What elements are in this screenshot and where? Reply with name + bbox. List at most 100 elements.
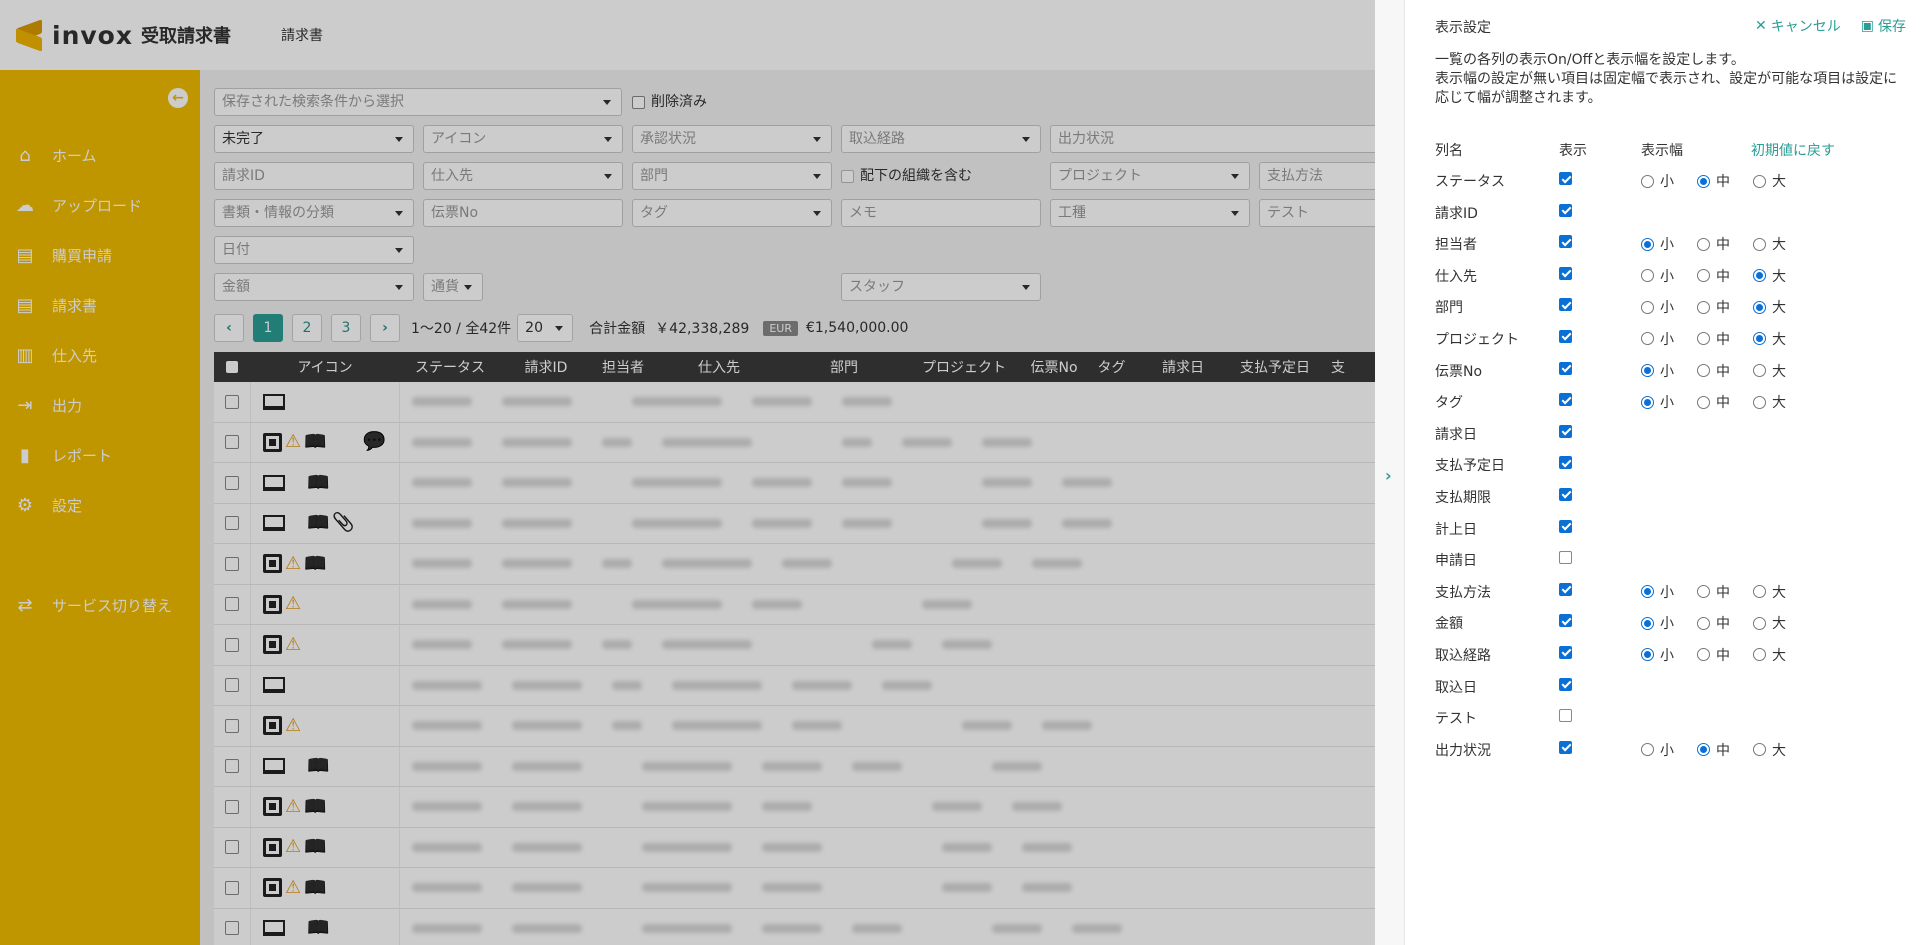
width-radio-medium[interactable]: 中 <box>1697 645 1730 665</box>
column-settings-list: ステータス小中大請求ID 担当者小中大仕入先小中大部門小中大プロジェクト小中大伝票… <box>1435 169 1905 769</box>
column-name: 仕入先 <box>1435 268 1477 285</box>
save-icon: ▣ <box>1860 18 1874 34</box>
col-show-header: 表示 <box>1559 143 1587 159</box>
column-name: 申請日 <box>1435 553 1477 570</box>
width-radio-large[interactable]: 大 <box>1753 392 1786 412</box>
width-radio-medium[interactable]: 中 <box>1697 234 1730 254</box>
column-setting-row: 仕入先 小 中 大 <box>1435 264 1905 296</box>
column-setting-row: 取込日 <box>1435 675 1905 707</box>
column-setting-row: 出力状況 小 中 大 <box>1435 738 1905 770</box>
show-column-checkbox[interactable] <box>1559 582 1572 596</box>
cancel-button[interactable]: ✕ キャンセル <box>1755 16 1841 36</box>
show-column-checkbox[interactable] <box>1559 519 1572 533</box>
column-setting-row: 担当者 小 中 大 <box>1435 232 1905 264</box>
width-radio-small[interactable]: 小 <box>1641 740 1674 760</box>
column-setting-row: 支払予定日 <box>1435 453 1905 485</box>
show-column-checkbox[interactable] <box>1559 361 1572 375</box>
column-name: 支払方法 <box>1435 584 1491 601</box>
show-column-checkbox[interactable] <box>1559 740 1572 754</box>
width-radio-small[interactable]: 小 <box>1641 392 1674 412</box>
column-setting-row: 請求ID <box>1435 201 1905 233</box>
column-setting-row: 申請日 <box>1435 548 1905 580</box>
width-radio-medium[interactable]: 中 <box>1697 582 1730 602</box>
panel-actions: ✕ キャンセル ▣ 保存 <box>1735 16 1906 36</box>
width-radio-large[interactable]: 大 <box>1753 613 1786 633</box>
show-column-checkbox[interactable] <box>1559 235 1572 249</box>
col-width-header: 表示幅 <box>1641 143 1683 159</box>
width-radio-medium[interactable]: 中 <box>1697 266 1730 286</box>
panel-description: 一覧の各列の表示On/Offと表示幅を設定します。 表示幅の設定が無い項目は固定… <box>1435 52 1898 106</box>
show-column-checkbox[interactable] <box>1559 298 1572 312</box>
show-column-checkbox[interactable] <box>1559 709 1572 723</box>
display-settings-panel: 表示設定 ✕ キャンセル ▣ 保存 一覧の各列の表示On/Offと表示幅を設定します… <box>1405 0 1920 945</box>
column-setting-row: 計上日 <box>1435 517 1905 549</box>
width-radio-medium[interactable]: 中 <box>1697 392 1730 412</box>
column-setting-row: タグ 小 中 大 <box>1435 390 1905 422</box>
column-name: 金額 <box>1435 616 1463 633</box>
show-column-checkbox[interactable] <box>1559 393 1572 407</box>
column-name: 支払予定日 <box>1435 458 1505 475</box>
width-radio-small[interactable]: 小 <box>1641 234 1674 254</box>
column-name: 請求ID <box>1435 205 1478 222</box>
show-column-checkbox[interactable] <box>1559 456 1572 470</box>
panel-title: 表示設定 <box>1435 20 1491 36</box>
column-setting-row: 金額 小 中 大 <box>1435 611 1905 643</box>
show-column-checkbox[interactable] <box>1559 614 1572 628</box>
width-radio-large[interactable]: 大 <box>1753 171 1786 191</box>
width-radio-large[interactable]: 大 <box>1753 297 1786 317</box>
chevron-right-icon[interactable]: › <box>1385 466 1392 485</box>
column-name: 部門 <box>1435 300 1463 317</box>
column-setting-row: 請求日 <box>1435 422 1905 454</box>
show-column-checkbox[interactable] <box>1559 266 1572 280</box>
column-name: 取込経路 <box>1435 647 1491 664</box>
panel-handle[interactable]: › <box>1375 0 1405 945</box>
width-radio-large[interactable]: 大 <box>1753 645 1786 665</box>
column-name: 伝票No <box>1435 363 1483 380</box>
show-column-checkbox[interactable] <box>1559 645 1572 659</box>
width-radio-small[interactable]: 小 <box>1641 266 1674 286</box>
column-name: 支払期限 <box>1435 489 1491 506</box>
show-column-checkbox[interactable] <box>1559 203 1572 217</box>
show-column-checkbox[interactable] <box>1559 551 1572 565</box>
width-radio-small[interactable]: 小 <box>1641 297 1674 317</box>
column-setting-row: 伝票No 小 中 大 <box>1435 359 1905 391</box>
width-radio-large[interactable]: 大 <box>1753 582 1786 602</box>
width-radio-medium[interactable]: 中 <box>1697 740 1730 760</box>
show-column-checkbox[interactable] <box>1559 677 1572 691</box>
save-button[interactable]: ▣ 保存 <box>1861 16 1906 36</box>
column-setting-row: ステータス 小 中 大 <box>1435 169 1905 201</box>
width-radio-medium[interactable]: 中 <box>1697 297 1730 317</box>
width-radio-small[interactable]: 小 <box>1641 361 1674 381</box>
width-radio-small[interactable]: 小 <box>1641 613 1674 633</box>
width-radio-large[interactable]: 大 <box>1753 361 1786 381</box>
width-radio-large[interactable]: 大 <box>1753 234 1786 254</box>
column-setting-row: プロジェクト 小 中 大 <box>1435 327 1905 359</box>
reset-defaults-link[interactable]: 初期値に戻す <box>1751 140 1835 160</box>
width-radio-large[interactable]: 大 <box>1753 329 1786 349</box>
width-radio-medium[interactable]: 中 <box>1697 171 1730 191</box>
column-setting-row: 取込経路 小 中 大 <box>1435 643 1905 675</box>
column-name: ステータス <box>1435 174 1505 190</box>
width-radio-small[interactable]: 小 <box>1641 645 1674 665</box>
width-radio-medium[interactable]: 中 <box>1697 329 1730 349</box>
modal-backdrop[interactable] <box>0 0 1375 945</box>
width-radio-large[interactable]: 大 <box>1753 266 1786 286</box>
close-icon: ✕ <box>1755 18 1767 34</box>
width-radio-medium[interactable]: 中 <box>1697 613 1730 633</box>
show-column-checkbox[interactable] <box>1559 172 1572 185</box>
column-name: 計上日 <box>1435 521 1477 538</box>
width-radio-small[interactable]: 小 <box>1641 329 1674 349</box>
column-name: 出力状況 <box>1435 742 1491 759</box>
show-column-checkbox[interactable] <box>1559 329 1572 343</box>
column-name: タグ <box>1435 395 1463 412</box>
show-column-checkbox[interactable] <box>1559 487 1572 501</box>
panel-column-headers: 列名 表示 表示幅 初期値に戻す <box>1435 140 1905 160</box>
width-radio-large[interactable]: 大 <box>1753 740 1786 760</box>
column-setting-row: 支払方法 小 中 大 <box>1435 580 1905 612</box>
show-column-checkbox[interactable] <box>1559 424 1572 438</box>
width-radio-small[interactable]: 小 <box>1641 171 1674 191</box>
width-radio-medium[interactable]: 中 <box>1697 361 1730 381</box>
column-name: 請求日 <box>1435 426 1477 443</box>
column-name: プロジェクト <box>1435 331 1519 348</box>
width-radio-small[interactable]: 小 <box>1641 582 1674 602</box>
